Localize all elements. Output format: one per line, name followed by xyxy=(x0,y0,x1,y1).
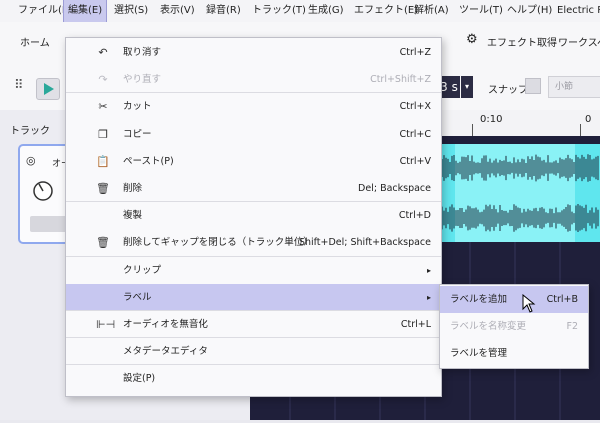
menu-item-label: やり直す xyxy=(123,74,162,86)
menu-item-label: ラベルを管理 xyxy=(450,348,508,359)
menu-tools[interactable]: ツール(T) xyxy=(455,0,507,22)
gain-knob-icon[interactable] xyxy=(32,180,54,202)
menu-item-shortcut: Ctrl+L xyxy=(400,319,431,330)
menu-item-shortcut: F2 xyxy=(566,321,578,332)
menu-item-shortcut: Ctrl+C xyxy=(399,128,432,140)
menu-item-label: 設定(P) xyxy=(123,373,156,385)
menu-item-label: 複製 xyxy=(123,210,143,222)
menu-item-label: カット xyxy=(123,101,152,113)
label-submenu-item[interactable]: ラベルを管理 xyxy=(440,340,588,367)
mouse-cursor-icon xyxy=(522,294,536,313)
menu-help[interactable]: ヘルプ(H) xyxy=(503,0,556,22)
trash-icon: 🗑 xyxy=(96,182,110,195)
menu-item-label: 削除してギャップを閉じる（トラック単位） xyxy=(123,237,313,249)
label-submenu-item[interactable]: ラベルを名称変更 F2 xyxy=(440,313,588,340)
menu-item-shortcut: Ctrl+V xyxy=(399,155,431,167)
snap-select-value: 小節 xyxy=(555,82,574,92)
play-icon xyxy=(44,83,54,95)
silence-icon: ⊩⊣ xyxy=(96,318,116,331)
cut-icon: ✂ xyxy=(98,100,108,114)
edit-menu-item[interactable]: 設定(P) xyxy=(66,365,441,392)
edit-menu-item[interactable]: ラベル ▸ xyxy=(66,283,441,311)
menu-item-shortcut: Ctrl+Z xyxy=(399,47,431,58)
play-button[interactable] xyxy=(36,78,60,100)
menu-item-label: ラベルを追加 xyxy=(450,294,508,305)
label-submenu-item[interactable]: ラベルを追加 Ctrl+B xyxy=(440,286,588,313)
stereo-icon: ◎ xyxy=(26,154,36,167)
label-submenu: ラベルを追加 Ctrl+B ラベルを名称変更 F2 ラベルを管理 xyxy=(439,284,589,369)
edit-menu-item[interactable]: 🗑 削除してギャップを閉じる（トラック単位） Shift+Del; Shift+Ba… xyxy=(66,229,441,256)
snap-checkbox[interactable] xyxy=(525,78,541,94)
menu-item-label: コピー xyxy=(123,128,152,140)
menu-item-shortcut: Ctrl+D xyxy=(398,210,431,222)
menu-item-label: クリップ xyxy=(123,264,162,276)
edit-menu-item[interactable]: ✂ カット Ctrl+X xyxy=(66,93,441,120)
copy-icon: ❐ xyxy=(98,127,108,141)
redo-icon: ↷ xyxy=(98,73,108,87)
menu-select[interactable]: 選択(S) xyxy=(110,0,152,22)
menu-generate[interactable]: 生成(G) xyxy=(304,0,348,22)
menu-item-shortcut: Ctrl+Shift+Z xyxy=(370,74,431,86)
edit-menu-item[interactable]: クリップ ▸ xyxy=(66,257,441,284)
ruler-tick-label: 0 xyxy=(585,114,592,125)
time-dropdown-icon[interactable]: ▾ xyxy=(461,76,473,98)
menu-item-shortcut: Ctrl+X xyxy=(399,101,431,113)
edit-menu-item[interactable]: 複製 Ctrl+D xyxy=(66,202,441,229)
menu-view[interactable]: 表示(V) xyxy=(156,0,199,22)
undo-icon: ↶ xyxy=(98,46,108,59)
edit-menu-item[interactable]: ↶ 取り消す Ctrl+Z xyxy=(66,39,441,66)
ruler-tick-label: 0:10 xyxy=(480,114,503,125)
plugin-icon: ⚙ xyxy=(466,32,478,47)
menu-tracks[interactable]: トラック(T) xyxy=(248,0,310,22)
tracks-heading: トラック xyxy=(10,126,50,137)
edit-menu: ↶ 取り消す Ctrl+Z ↷ やり直す Ctrl+Shift+Z ✂ カット Ctrl+X ❐ コ… xyxy=(65,37,442,397)
menu-item-shortcut: Ctrl+B xyxy=(546,294,578,305)
menu-analyze[interactable]: 解析(A) xyxy=(410,0,453,22)
drag-handle-icon[interactable]: ⠿ xyxy=(14,78,24,93)
menu-item-label: 取り消す xyxy=(123,47,162,58)
edit-menu-item[interactable]: ↷ やり直す Ctrl+Shift+Z xyxy=(66,66,441,93)
edit-menu-item[interactable]: 📋 ペースト(P) Ctrl+V xyxy=(66,148,441,175)
trash-icon: 🗑 xyxy=(96,236,110,250)
menu-item-label: メタデータエディタ xyxy=(123,346,208,358)
menu-item-label: ペースト(P) xyxy=(123,155,174,167)
edit-menu-item[interactable]: 🗑 削除 Del; Backspace xyxy=(66,175,441,202)
menu-edit[interactable]: 編集(E) xyxy=(62,0,108,23)
edit-menu-item[interactable]: ❐ コピー Ctrl+C xyxy=(66,121,441,148)
submenu-arrow-icon: ▸ xyxy=(426,265,431,275)
edit-menu-item[interactable]: ⊩⊣ オーディオを無音化 Ctrl+L xyxy=(66,311,441,338)
snap-select[interactable]: 小節 xyxy=(548,76,600,98)
menu-item-label: ラベルを名称変更 xyxy=(450,321,527,332)
get-effects-button[interactable]: エフェクト取得 xyxy=(487,34,557,49)
edit-menu-item[interactable]: メタデータエディタ xyxy=(66,338,441,365)
submenu-arrow-icon: ▸ xyxy=(426,292,431,302)
menu-item-shortcut: Del; Backspace xyxy=(358,183,431,194)
snap-label: スナップ xyxy=(488,85,528,96)
paste-icon: 📋 xyxy=(96,154,110,168)
menu-item-shortcut: Shift+Del; Shift+Backspace xyxy=(298,237,431,249)
workspace-button[interactable]: ワークスペー xyxy=(558,34,600,49)
menu-item-label: オーディオを無音化 xyxy=(123,319,208,330)
menu-item-label: 削除 xyxy=(123,183,143,194)
menu-bar: ファイル(F) 編集(E) 選択(S) 表示(V) 録音(R) トラック(T) … xyxy=(0,0,600,23)
menu-electric[interactable]: Electric Ru xyxy=(553,0,600,22)
menu-record[interactable]: 録音(R) xyxy=(202,0,245,22)
track-menu-button[interactable] xyxy=(30,216,70,232)
menu-item-label: ラベル xyxy=(123,291,152,303)
tab-home[interactable]: ホーム xyxy=(20,34,50,49)
